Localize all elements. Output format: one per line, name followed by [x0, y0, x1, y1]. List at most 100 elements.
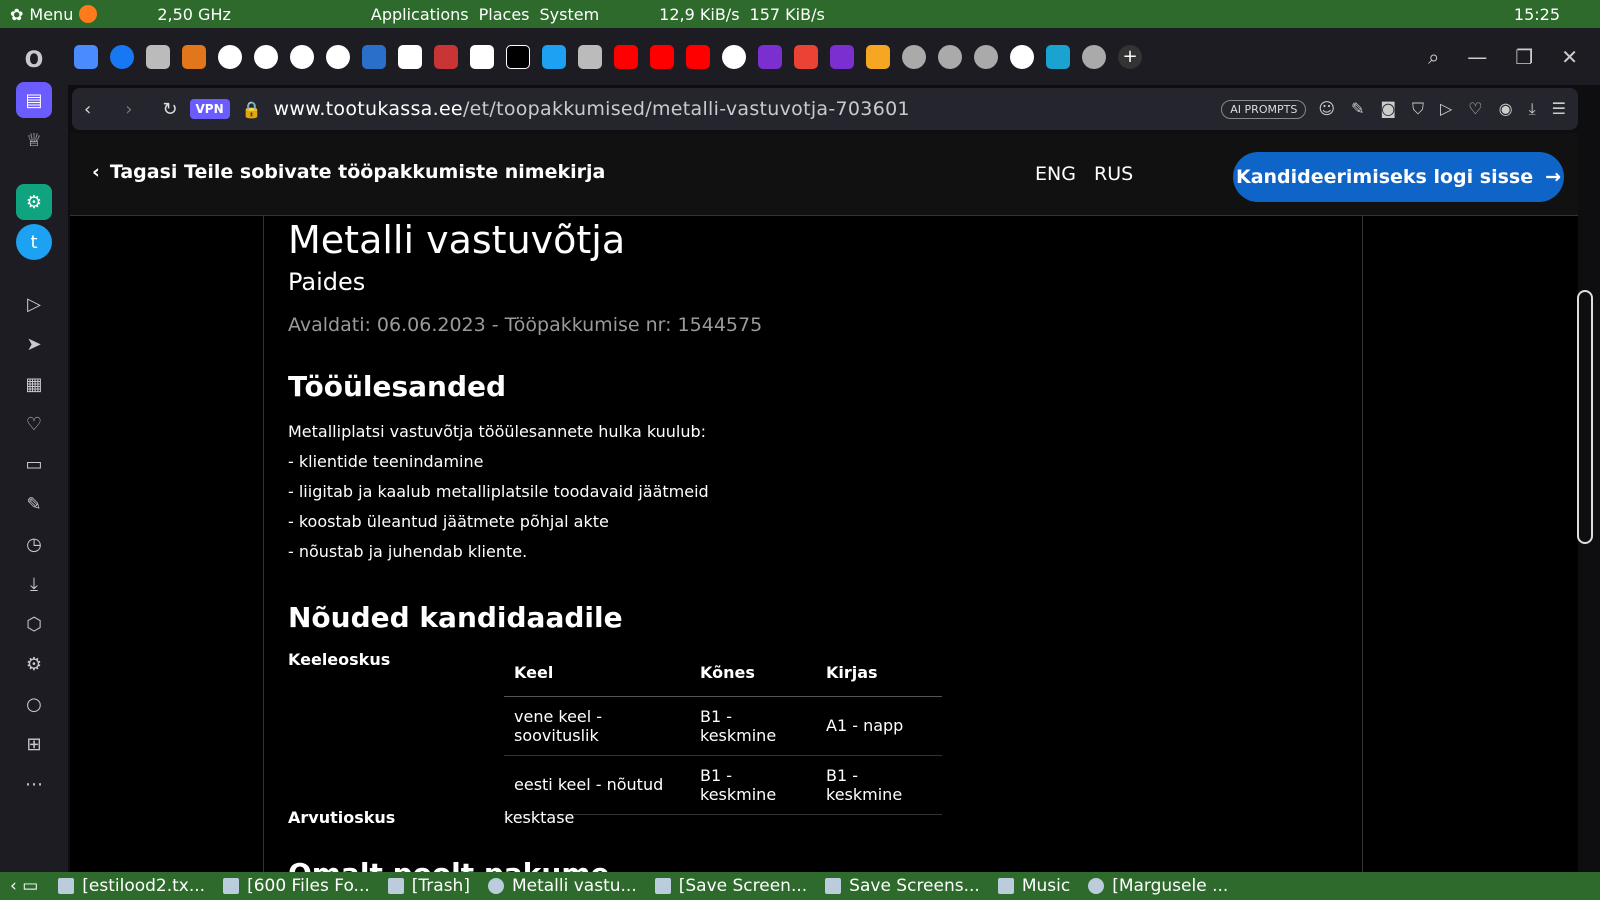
computer-skills: Arvutioskus kesktase	[288, 808, 1338, 827]
tab-fav-8[interactable]	[326, 44, 350, 69]
vpn-badge[interactable]: VPN	[189, 99, 230, 119]
tab-fav-21[interactable]	[794, 44, 818, 69]
tab-fav-4[interactable]	[182, 44, 206, 69]
lang-rus-link[interactable]: RUS	[1094, 163, 1133, 185]
forward-icon[interactable]: ›	[125, 99, 132, 120]
computer-skills-label: Arvutioskus	[288, 808, 396, 827]
taskbar-item[interactable]: Save Screens...	[825, 876, 980, 896]
tab-fav-10[interactable]	[398, 44, 422, 69]
profile-icon[interactable]: ◉	[1499, 99, 1513, 119]
box-icon[interactable]: ⬡	[16, 606, 52, 642]
history-icon[interactable]: ◷	[16, 526, 52, 562]
clock[interactable]: 15:25	[1514, 5, 1560, 24]
tab-fav-24[interactable]	[902, 44, 926, 69]
task-line: - koostab üleantud jäätmete põhjal akte	[288, 512, 609, 531]
download-icon[interactable]: ⤓	[16, 566, 52, 602]
back-icon[interactable]: ‹	[84, 99, 91, 120]
tab-fav-13[interactable]	[506, 44, 530, 69]
taskbar: ‹ ▭ [estilood2.tx... [600 Files Fo... [T…	[0, 872, 1600, 900]
menu-icon: ✿	[10, 4, 24, 24]
download-icon[interactable]: ⤓	[1529, 99, 1536, 119]
files-icon	[223, 878, 240, 894]
chatgpt-icon[interactable]: ⚙	[16, 184, 52, 220]
new-tab-button[interactable]: +	[1118, 44, 1142, 69]
bookmark-heart-icon[interactable]: ♡	[1468, 99, 1482, 119]
telegram-icon	[1088, 878, 1105, 894]
tab-fav-27[interactable]	[1010, 44, 1034, 69]
search-tabs-icon[interactable]: ⌕	[1428, 45, 1439, 69]
apps-grid-icon[interactable]: ▦	[16, 366, 52, 402]
taskbar-item[interactable]: [Save Screen...	[654, 876, 807, 896]
taskbar-item[interactable]: [Margusele ...	[1088, 876, 1228, 896]
tab-fav-17[interactable]	[650, 44, 674, 69]
menu-button[interactable]: ✿ Menu	[10, 5, 73, 24]
tab-fav-29[interactable]	[1082, 44, 1106, 69]
scrollbar[interactable]	[1577, 290, 1593, 544]
computer-skills-value: kesktase	[504, 808, 575, 827]
tab-fav-28[interactable]	[1046, 44, 1070, 69]
opera-logo-icon[interactable]: O	[16, 42, 52, 78]
reader-icon[interactable]: ▤	[16, 82, 52, 118]
tab-fav-18[interactable]	[686, 44, 710, 69]
tab-fav-11[interactable]	[434, 44, 458, 69]
tab-fav-16[interactable]	[614, 44, 638, 69]
arrow-right-icon: →	[1545, 166, 1562, 188]
tab-fav-14[interactable]	[542, 44, 566, 69]
settings-icon[interactable]: ⚙	[16, 646, 52, 682]
lang-eng-link[interactable]: ENG	[1035, 163, 1076, 185]
site-header: ‹ Tagasi Teile sobivate tööpakkumiste nim…	[70, 133, 1578, 216]
more-icon[interactable]: ⋯	[16, 766, 52, 802]
show-desktop-icon[interactable]: ‹ ▭	[10, 876, 38, 896]
back-link[interactable]: ‹ Tagasi Teile sobivate tööpakkumiste nim…	[92, 161, 605, 183]
add-icon[interactable]: ⊞	[16, 726, 52, 762]
tab-fav-1[interactable]	[74, 44, 98, 69]
taskbar-item[interactable]: Metalli vastu...	[487, 876, 637, 896]
taskbar-item[interactable]: [estilood2.tx...	[58, 876, 205, 896]
player-icon[interactable]: ▷	[16, 286, 52, 322]
tab-fav-9[interactable]	[362, 44, 386, 69]
edit-icon[interactable]: ✎	[16, 486, 52, 522]
send-icon[interactable]: ➤	[16, 326, 52, 362]
emoji-icon[interactable]: ☺	[1318, 99, 1335, 119]
places-menu[interactable]: Places	[479, 5, 530, 24]
taskbar-item[interactable]: [Trash]	[387, 876, 470, 896]
news-icon[interactable]: ▭	[16, 446, 52, 482]
url-field[interactable]: www.tootukassa.ee/et/toopakkumised/metal…	[274, 98, 910, 120]
tab-fav-7[interactable]	[290, 44, 314, 69]
firefox-icon[interactable]	[79, 5, 98, 23]
tab-fav-26[interactable]	[974, 44, 998, 69]
applications-menu[interactable]: Applications	[371, 5, 469, 24]
system-menu[interactable]: System	[540, 5, 600, 24]
tab-fav-6[interactable]	[254, 44, 278, 69]
camera-icon[interactable]: ◙	[1380, 99, 1396, 119]
bulb-icon[interactable]: ○	[16, 686, 52, 722]
taskbar-item[interactable]: Music	[997, 876, 1070, 896]
tab-fav-12[interactable]	[470, 44, 494, 69]
tab-fav-19[interactable]	[722, 44, 746, 69]
table-cell: eesti keel - nõutud	[504, 755, 690, 815]
shield-icon[interactable]: ⛉	[1412, 99, 1424, 119]
easy-setup-icon[interactable]: ☰	[1552, 99, 1566, 119]
tab-fav-23[interactable]	[866, 44, 890, 69]
minimize-icon[interactable]: —	[1467, 45, 1487, 69]
tab-fav-2[interactable]	[110, 44, 134, 69]
ai-prompts-button[interactable]: AI PROMPTS	[1221, 99, 1307, 119]
tab-fav-15[interactable]	[578, 44, 602, 69]
maximize-icon[interactable]: ❐	[1515, 45, 1533, 69]
text-editor-icon	[58, 878, 75, 894]
reload-icon[interactable]: ↻	[162, 99, 177, 120]
close-icon[interactable]: ✕	[1561, 45, 1578, 69]
send-icon[interactable]: ▷	[1440, 99, 1452, 119]
task-line: - nõustab ja juhendab kliente.	[288, 542, 528, 561]
taskbar-item[interactable]: [600 Files Fo...	[223, 876, 370, 896]
heart-icon[interactable]: ♡	[16, 406, 52, 442]
tab-fav-22[interactable]	[830, 44, 854, 69]
share-icon[interactable]: ✎	[1351, 99, 1364, 119]
tab-fav-5[interactable]	[218, 44, 242, 69]
tab-fav-25[interactable]	[938, 44, 962, 69]
login-button[interactable]: Kandideerimiseks logi sisse →	[1233, 152, 1564, 202]
tab-fav-3[interactable]	[146, 44, 170, 69]
tab-fav-20[interactable]	[758, 44, 782, 69]
crown-icon[interactable]: ♕	[16, 122, 52, 158]
twitter-icon[interactable]: t	[16, 224, 52, 260]
